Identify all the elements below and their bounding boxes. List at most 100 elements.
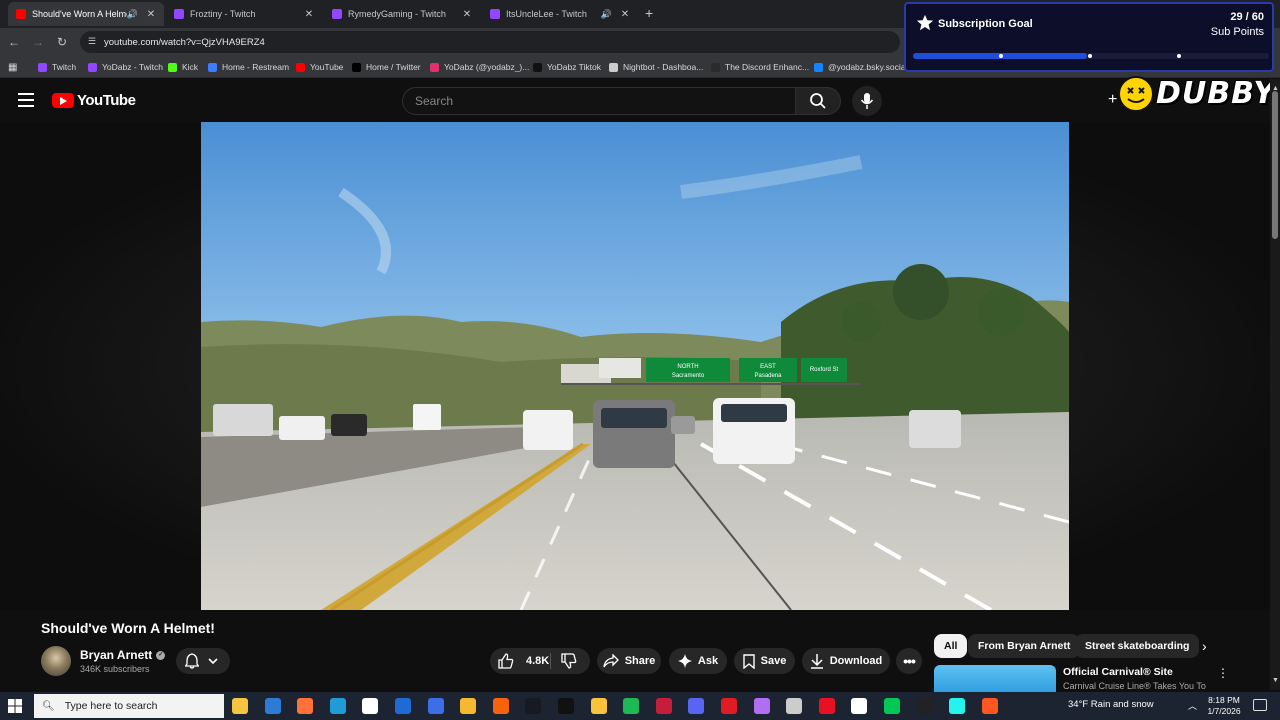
bell-icon bbox=[185, 653, 199, 669]
speaker-icon[interactable]: 🔊 bbox=[601, 9, 612, 20]
taskbar-app-icon[interactable] bbox=[981, 698, 998, 714]
taskbar-app-icon[interactable] bbox=[851, 698, 868, 714]
tab-froztiny[interactable]: Froztiny - Twitch ✕ bbox=[166, 2, 322, 26]
channel-name[interactable]: Bryan Arnett bbox=[80, 648, 152, 662]
bookmark-favicon-icon bbox=[38, 62, 47, 72]
tab-youtube-video[interactable]: Should've Worn A Helmet! 🔊 ✕ bbox=[8, 2, 164, 26]
save-button[interactable]: Save bbox=[734, 648, 795, 674]
speaker-icon[interactable]: 🔊 bbox=[127, 9, 138, 20]
goal-progress-bar bbox=[913, 53, 1269, 59]
scroll-down-icon[interactable]: ▼ bbox=[1272, 677, 1279, 684]
channel-name-row[interactable]: Bryan Arnett ✓ bbox=[80, 648, 166, 662]
forward-icon[interactable]: → bbox=[30, 34, 46, 50]
bookmark-item[interactable]: YoDabz - Twitch bbox=[88, 61, 163, 73]
taskbar-app-icon[interactable] bbox=[721, 698, 737, 714]
tab-rymedygaming[interactable]: RymedyGaming - Twitch ✕ bbox=[324, 2, 480, 26]
chip-street-skateboarding[interactable]: Street skateboarding bbox=[1075, 634, 1200, 658]
download-button[interactable]: Download bbox=[802, 648, 890, 674]
weather-widget[interactable]: 34°F Rain and snow bbox=[1068, 699, 1154, 710]
clock-date: 1/7/2026 bbox=[1207, 706, 1241, 716]
close-tab-icon[interactable]: ✕ bbox=[460, 9, 474, 20]
voice-search-button[interactable] bbox=[852, 86, 882, 116]
taskbar-search[interactable]: 🔍︎ Type here to search bbox=[34, 694, 224, 718]
menu-icon[interactable] bbox=[18, 93, 34, 107]
notification-icon[interactable] bbox=[1253, 699, 1267, 711]
chevron-right-icon[interactable]: › bbox=[1202, 638, 1207, 654]
channel-avatar[interactable] bbox=[41, 646, 71, 676]
apps-grid-icon[interactable]: ▦ bbox=[8, 61, 17, 73]
page-scrollbar[interactable]: ▲ ▼ bbox=[1270, 79, 1280, 690]
taskbar-app-icon[interactable] bbox=[884, 698, 900, 714]
taskbar-app-icon[interactable] bbox=[492, 698, 509, 714]
windows-taskbar: 🔍︎ Type here to search 34°F Rain and sno… bbox=[0, 692, 1280, 720]
taskbar-app-icon[interactable] bbox=[688, 698, 705, 714]
scrollbar-thumb[interactable] bbox=[1272, 91, 1278, 239]
chevron-up-icon[interactable]: ︿ bbox=[1188, 699, 1197, 712]
bookmark-item[interactable]: YoDabz Tiktok bbox=[533, 61, 601, 73]
taskbar-app-icon[interactable] bbox=[264, 698, 281, 714]
bookmark-item[interactable]: Nightbot - Dashboa... bbox=[609, 61, 703, 73]
bookmark-label: Nightbot - Dashboa... bbox=[623, 62, 704, 72]
bookmark-item[interactable]: Home / Twitter bbox=[352, 61, 421, 73]
taskbar-app-icon[interactable] bbox=[786, 698, 803, 714]
taskbar-app-icon[interactable] bbox=[525, 698, 542, 714]
subscription-goal-overlay: Subscription Goal 29 / 60 Sub Points bbox=[904, 2, 1274, 72]
search-button[interactable] bbox=[795, 87, 841, 115]
site-info-icon[interactable]: ☰ bbox=[88, 36, 96, 47]
more-vertical-icon[interactable]: ⋮ bbox=[1217, 666, 1229, 680]
search-input[interactable] bbox=[403, 88, 795, 114]
bookmark-item[interactable]: YoDabz (@yodabz_)... bbox=[430, 61, 529, 73]
download-label: Download bbox=[829, 655, 883, 667]
taskbar-app-icon[interactable] bbox=[818, 698, 835, 714]
like-button[interactable]: 4.8K bbox=[498, 648, 549, 674]
taskbar-app-icon[interactable] bbox=[949, 698, 966, 714]
chip-all[interactable]: All bbox=[934, 634, 968, 658]
clock[interactable]: 8:18 PM 1/7/2026 bbox=[1203, 695, 1245, 717]
bookmark-item[interactable]: Kick bbox=[168, 61, 198, 73]
bookmark-favicon-icon bbox=[296, 62, 305, 72]
youtube-play-icon bbox=[52, 93, 74, 108]
taskbar-app-icon[interactable] bbox=[655, 698, 672, 714]
bookmark-item[interactable]: @yodabz.bsky.socia... bbox=[814, 61, 913, 73]
taskbar-app-icon[interactable] bbox=[460, 698, 477, 714]
taskbar-app-icon[interactable] bbox=[753, 698, 770, 714]
new-tab-button[interactable]: + bbox=[645, 5, 653, 21]
taskbar-app-icon[interactable] bbox=[395, 698, 411, 714]
more-actions-button[interactable]: ••• bbox=[896, 648, 922, 674]
taskbar-app-icon[interactable] bbox=[232, 698, 248, 714]
reload-icon[interactable]: ↻ bbox=[54, 34, 70, 50]
close-tab-icon[interactable]: ✕ bbox=[144, 9, 158, 20]
dislike-button[interactable] bbox=[561, 653, 583, 672]
notifications-button[interactable] bbox=[176, 648, 230, 674]
tab-itsunclelee[interactable]: ItsUncleLee - Twitch 🔊 ✕ bbox=[482, 2, 638, 26]
save-label: Save bbox=[760, 655, 787, 667]
youtube-logo[interactable]: YouTube bbox=[52, 92, 136, 109]
chip-from-channel[interactable]: From Bryan Arnett bbox=[968, 634, 1081, 658]
bookmark-item[interactable]: YouTube bbox=[296, 61, 343, 73]
close-tab-icon[interactable]: ✕ bbox=[618, 9, 632, 20]
taskbar-app-icon[interactable] bbox=[297, 698, 314, 714]
share-button[interactable]: Share bbox=[597, 648, 661, 674]
taskbar-app-icon[interactable] bbox=[558, 698, 574, 714]
taskbar-app-icon[interactable] bbox=[362, 698, 379, 714]
close-tab-icon[interactable]: ✕ bbox=[302, 9, 316, 20]
ad-title[interactable]: Official Carnival® Site bbox=[1063, 666, 1173, 678]
windows-start-icon[interactable] bbox=[8, 699, 22, 713]
taskbar-app-icon[interactable] bbox=[916, 698, 933, 714]
taskbar-app-icon[interactable] bbox=[590, 698, 607, 714]
taskbar-app-icon[interactable] bbox=[623, 698, 640, 714]
bookmark-item[interactable]: Twitch bbox=[38, 61, 76, 73]
bookmark-label: YoDabz Tiktok bbox=[547, 62, 602, 72]
bookmark-label: The Discord Enhanc... bbox=[725, 62, 810, 72]
bookmark-item[interactable]: The Discord Enhanc... bbox=[711, 61, 809, 73]
ad-thumbnail[interactable] bbox=[934, 665, 1056, 693]
address-bar[interactable]: ☰ youtube.com/watch?v=QjzVHA9ERZ4 bbox=[80, 31, 900, 53]
video-player[interactable]: NORTH Sacramento EAST Pasadena Roxford S… bbox=[201, 122, 1069, 610]
taskbar-app-icon[interactable] bbox=[427, 698, 444, 714]
taskbar-app-icon[interactable] bbox=[329, 698, 346, 714]
back-icon[interactable]: ← bbox=[6, 34, 22, 50]
bookmark-label: Home / Twitter bbox=[366, 62, 421, 72]
ask-button[interactable]: Ask bbox=[669, 648, 727, 674]
bookmark-item[interactable]: Home - Restream bbox=[208, 61, 289, 73]
like-count: 4.8K bbox=[526, 655, 550, 667]
